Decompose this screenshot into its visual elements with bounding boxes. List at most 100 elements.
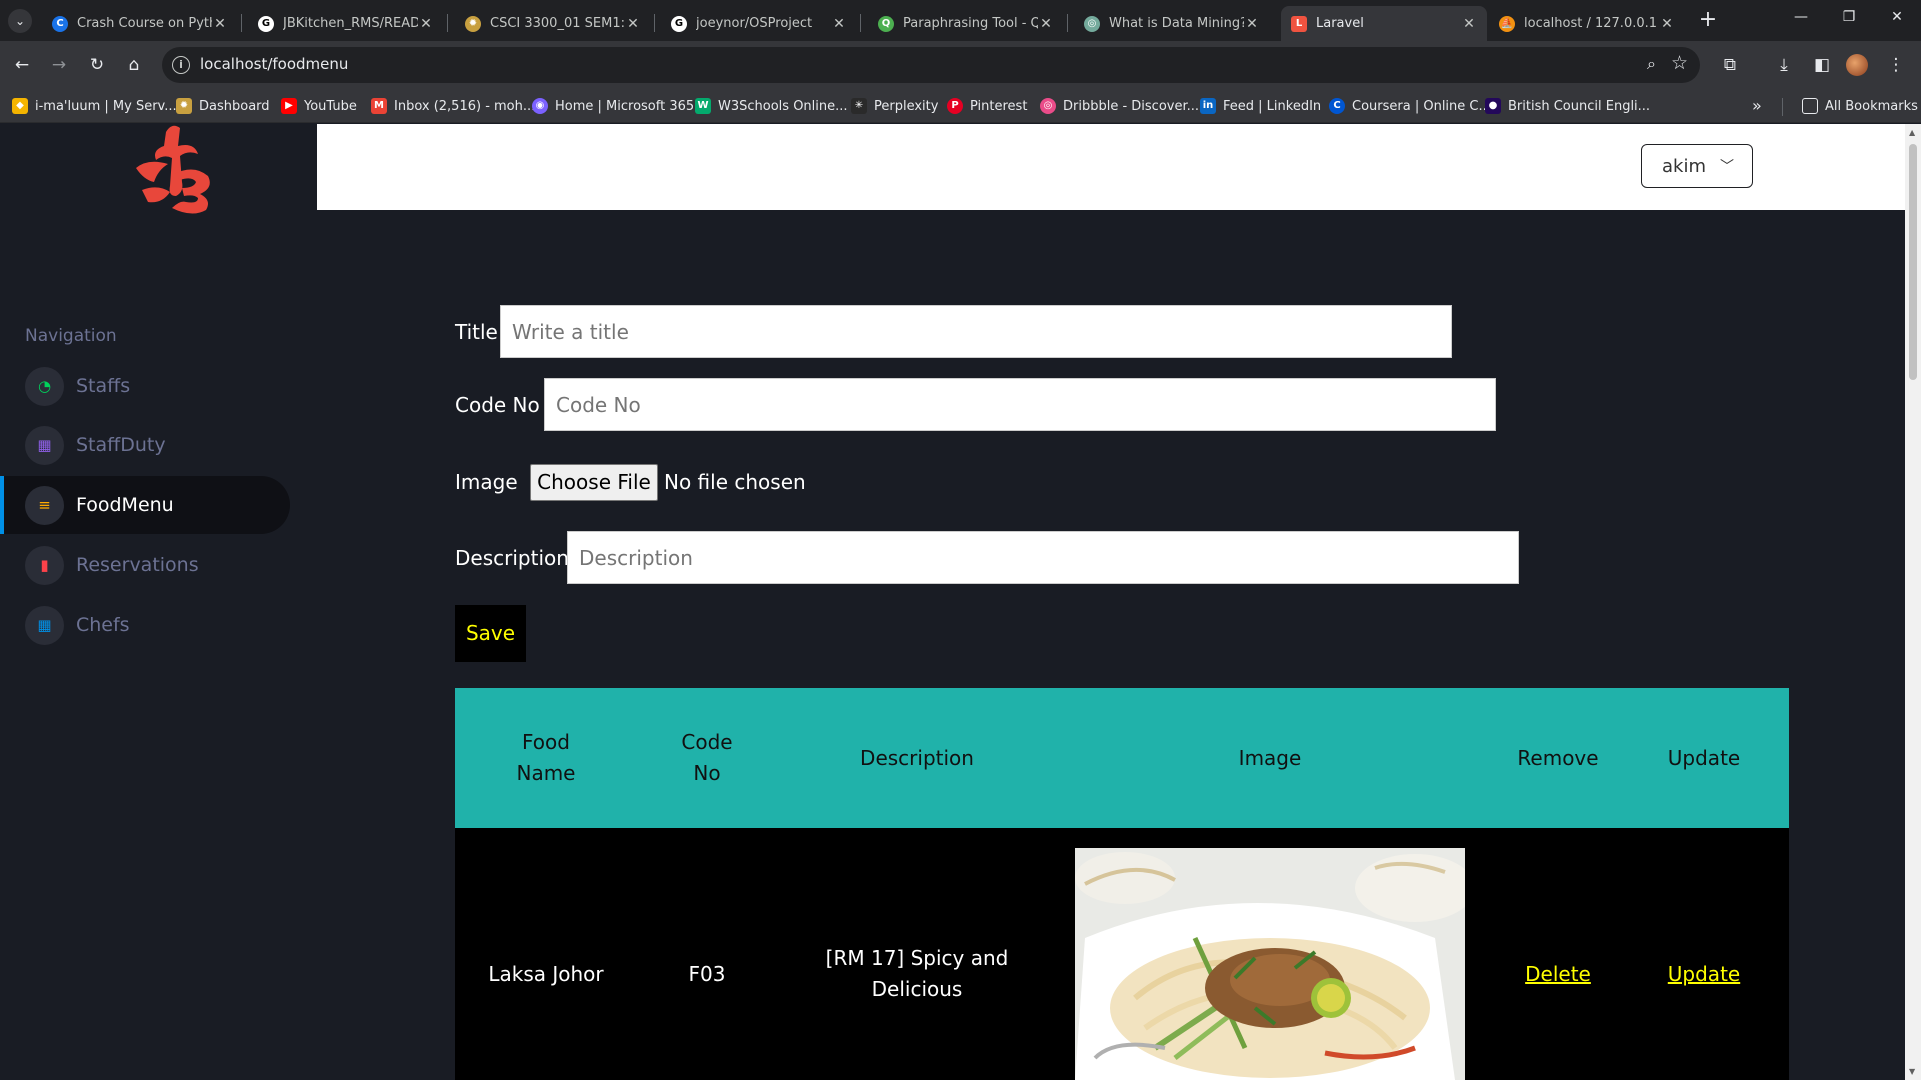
column-header-image: Image bbox=[1238, 745, 1302, 770]
browser-tab[interactable]: C Crash Course on Python ✕ bbox=[42, 6, 238, 41]
bookmark-item[interactable]: ✹ Dashboard bbox=[176, 98, 270, 114]
sidebar-item-reservations[interactable]: ▮ Reservations bbox=[0, 536, 290, 594]
sidebar-item-chefs[interactable]: ▦ Chefs bbox=[0, 596, 290, 654]
sidebar-item-staffduty[interactable]: ▦ StaffDuty bbox=[0, 416, 290, 474]
description-label: Description bbox=[455, 546, 569, 570]
browser-tab[interactable]: G joeynor/OSProject ✕ bbox=[661, 6, 857, 41]
sidebar-item-foodmenu[interactable]: ≡ FoodMenu bbox=[0, 476, 290, 534]
scroll-up-icon[interactable]: ▲ bbox=[1909, 128, 1915, 137]
minimize-icon[interactable]: — bbox=[1786, 9, 1816, 25]
laravel-icon: L bbox=[1291, 15, 1307, 32]
browser-tab-active[interactable]: L Laravel ✕ bbox=[1281, 6, 1487, 41]
window-close-icon[interactable]: ✕ bbox=[1882, 9, 1912, 25]
close-icon[interactable]: ✕ bbox=[212, 16, 228, 32]
github-icon: G bbox=[671, 15, 687, 32]
profile-avatar[interactable] bbox=[1846, 54, 1868, 76]
coursera-icon: C bbox=[52, 15, 68, 32]
close-icon[interactable]: ✕ bbox=[1244, 16, 1260, 32]
tab-divider bbox=[447, 14, 448, 32]
update-link[interactable]: Update bbox=[1668, 959, 1740, 990]
folder-icon bbox=[1802, 98, 1818, 114]
browser-tab[interactable]: ⛵ localhost / 127.0.0.1 / jb ✕ bbox=[1489, 6, 1685, 41]
bookmark-item[interactable]: ◆ i-ma'luum | My Serv... bbox=[12, 98, 177, 114]
food-image bbox=[1075, 848, 1465, 1080]
browser-tab[interactable]: G JBKitchen_RMS/README ✕ bbox=[248, 6, 444, 41]
microsoft-365-icon: ◉ bbox=[532, 98, 548, 114]
browser-tab[interactable]: ◎ What is Data Mining? ✕ bbox=[1074, 6, 1270, 41]
bookmark-item[interactable]: in Feed | LinkedIn bbox=[1200, 98, 1321, 114]
bar-chart-icon: ▮ bbox=[25, 545, 64, 585]
tab-title: localhost / 127.0.0.1 / jb bbox=[1524, 16, 1659, 31]
bookmark-item[interactable]: ▶ YouTube bbox=[281, 98, 357, 114]
close-icon[interactable]: ✕ bbox=[831, 16, 847, 32]
tab-divider bbox=[1067, 14, 1068, 32]
delete-link[interactable]: Delete bbox=[1525, 959, 1591, 990]
zoom-icon[interactable]: ⌕ bbox=[1647, 54, 1656, 74]
quillbot-icon: Q bbox=[878, 15, 894, 32]
all-bookmarks-button[interactable]: All Bookmarks bbox=[1802, 98, 1918, 114]
menu-lines-icon: ≡ bbox=[25, 485, 64, 525]
bookmark-item[interactable]: M Inbox (2,516) - moh... bbox=[371, 98, 535, 114]
bookmarks-bar: ◆ i-ma'luum | My Serv... ✹ Dashboard ▶ YouT… bbox=[0, 89, 1921, 123]
description-input[interactable] bbox=[567, 531, 1519, 584]
save-button[interactable]: Save bbox=[455, 605, 526, 662]
vertical-scrollbar[interactable]: ▲ ▼ bbox=[1905, 124, 1921, 1080]
column-header-update: Update bbox=[1667, 745, 1741, 770]
table-row: Laksa Johor F03 [RM 17] Spicy and Delici… bbox=[455, 828, 1789, 1080]
bookmark-label: British Council Engli... bbox=[1508, 98, 1651, 114]
bookmark-item[interactable]: ● British Council Engli... bbox=[1485, 98, 1650, 114]
user-dropdown-button[interactable]: akim ﹀ bbox=[1641, 144, 1753, 188]
bookmark-item[interactable]: W W3Schools Online... bbox=[695, 98, 848, 114]
brand-logo[interactable] bbox=[128, 124, 218, 216]
bookmark-item[interactable]: P Pinterest bbox=[947, 98, 1027, 114]
title-input[interactable] bbox=[500, 305, 1452, 358]
tab-search-icon[interactable]: ⌄ bbox=[8, 9, 32, 33]
site-info-icon[interactable]: i bbox=[172, 56, 190, 74]
tab-title: Paraphrasing Tool - Quil bbox=[903, 16, 1038, 31]
close-icon[interactable]: ✕ bbox=[1038, 16, 1054, 32]
sidebar-item-staffs[interactable]: ◔ Staffs bbox=[0, 357, 290, 415]
restore-icon[interactable]: ❐ bbox=[1834, 9, 1864, 25]
close-icon[interactable]: ✕ bbox=[1461, 16, 1477, 32]
table-icon: ▦ bbox=[25, 425, 64, 465]
bookmark-item[interactable]: ◎ Dribbble - Discover... bbox=[1040, 98, 1199, 114]
close-icon[interactable]: ✕ bbox=[625, 16, 641, 32]
browser-toolbar: ← → ↻ ⌂ i localhost/foodmenu ⌕ ☆ ⧉ ⤓ ◧ ⋮ bbox=[0, 41, 1921, 89]
bookmark-star-icon[interactable]: ☆ bbox=[1671, 52, 1688, 74]
bookmark-item[interactable]: ✳ Perplexity bbox=[851, 98, 938, 114]
choose-file-button[interactable]: Choose File bbox=[530, 464, 658, 501]
browser-tab[interactable]: Q Paraphrasing Tool - Quil ✕ bbox=[868, 6, 1064, 41]
kebab-menu-icon[interactable]: ⋮ bbox=[1884, 53, 1908, 77]
reload-icon[interactable]: ↻ bbox=[85, 53, 109, 77]
scroll-down-icon[interactable]: ▼ bbox=[1909, 1067, 1915, 1076]
bookmark-label: i-ma'luum | My Serv... bbox=[35, 98, 177, 114]
sidebar-item-label: Reservations bbox=[76, 554, 199, 576]
pinterest-icon: P bbox=[947, 98, 963, 114]
close-icon[interactable]: ✕ bbox=[1659, 16, 1675, 32]
address-bar[interactable]: i localhost/foodmenu ⌕ ☆ bbox=[162, 47, 1700, 83]
scrollbar-thumb[interactable] bbox=[1909, 144, 1917, 380]
back-icon[interactable]: ← bbox=[10, 53, 34, 77]
title-label: Title bbox=[455, 320, 498, 344]
page-viewport: Navigation ◔ Staffs ▦ StaffDuty ≡ FoodMe… bbox=[0, 124, 1905, 1080]
forward-icon[interactable]: → bbox=[47, 53, 71, 77]
browser-tab[interactable]: ✹ CSCI 3300_01 SEM1: Lin ✕ bbox=[455, 6, 651, 41]
download-icon[interactable]: ⤓ bbox=[1772, 53, 1796, 77]
side-panel-icon[interactable]: ◧ bbox=[1810, 53, 1834, 77]
code-no-cell: F03 bbox=[688, 961, 726, 986]
perplexity-icon: ✳ bbox=[851, 98, 867, 114]
new-tab-icon[interactable]: + bbox=[1696, 9, 1720, 33]
home-icon[interactable]: ⌂ bbox=[122, 53, 146, 77]
more-bookmarks-icon[interactable]: » bbox=[1752, 96, 1762, 115]
description-cell: [RM 17] Spicy and Delicious bbox=[825, 946, 1009, 1001]
browser-tab-strip: ⌄ C Crash Course on Python ✕ G JBKitchen… bbox=[0, 0, 1921, 41]
bookmark-item[interactable]: ◉ Home | Microsoft 365 bbox=[532, 98, 694, 114]
file-status: No file chosen bbox=[664, 470, 806, 494]
coursera-icon: C bbox=[1329, 98, 1345, 114]
url-text[interactable]: localhost/foodmenu bbox=[200, 55, 348, 73]
close-icon[interactable]: ✕ bbox=[418, 16, 434, 32]
code-no-input[interactable] bbox=[544, 378, 1496, 431]
extensions-icon[interactable]: ⧉ bbox=[1718, 53, 1742, 77]
dribbble-icon: ◎ bbox=[1040, 98, 1056, 114]
bookmark-item[interactable]: C Coursera | Online C... bbox=[1329, 98, 1491, 114]
